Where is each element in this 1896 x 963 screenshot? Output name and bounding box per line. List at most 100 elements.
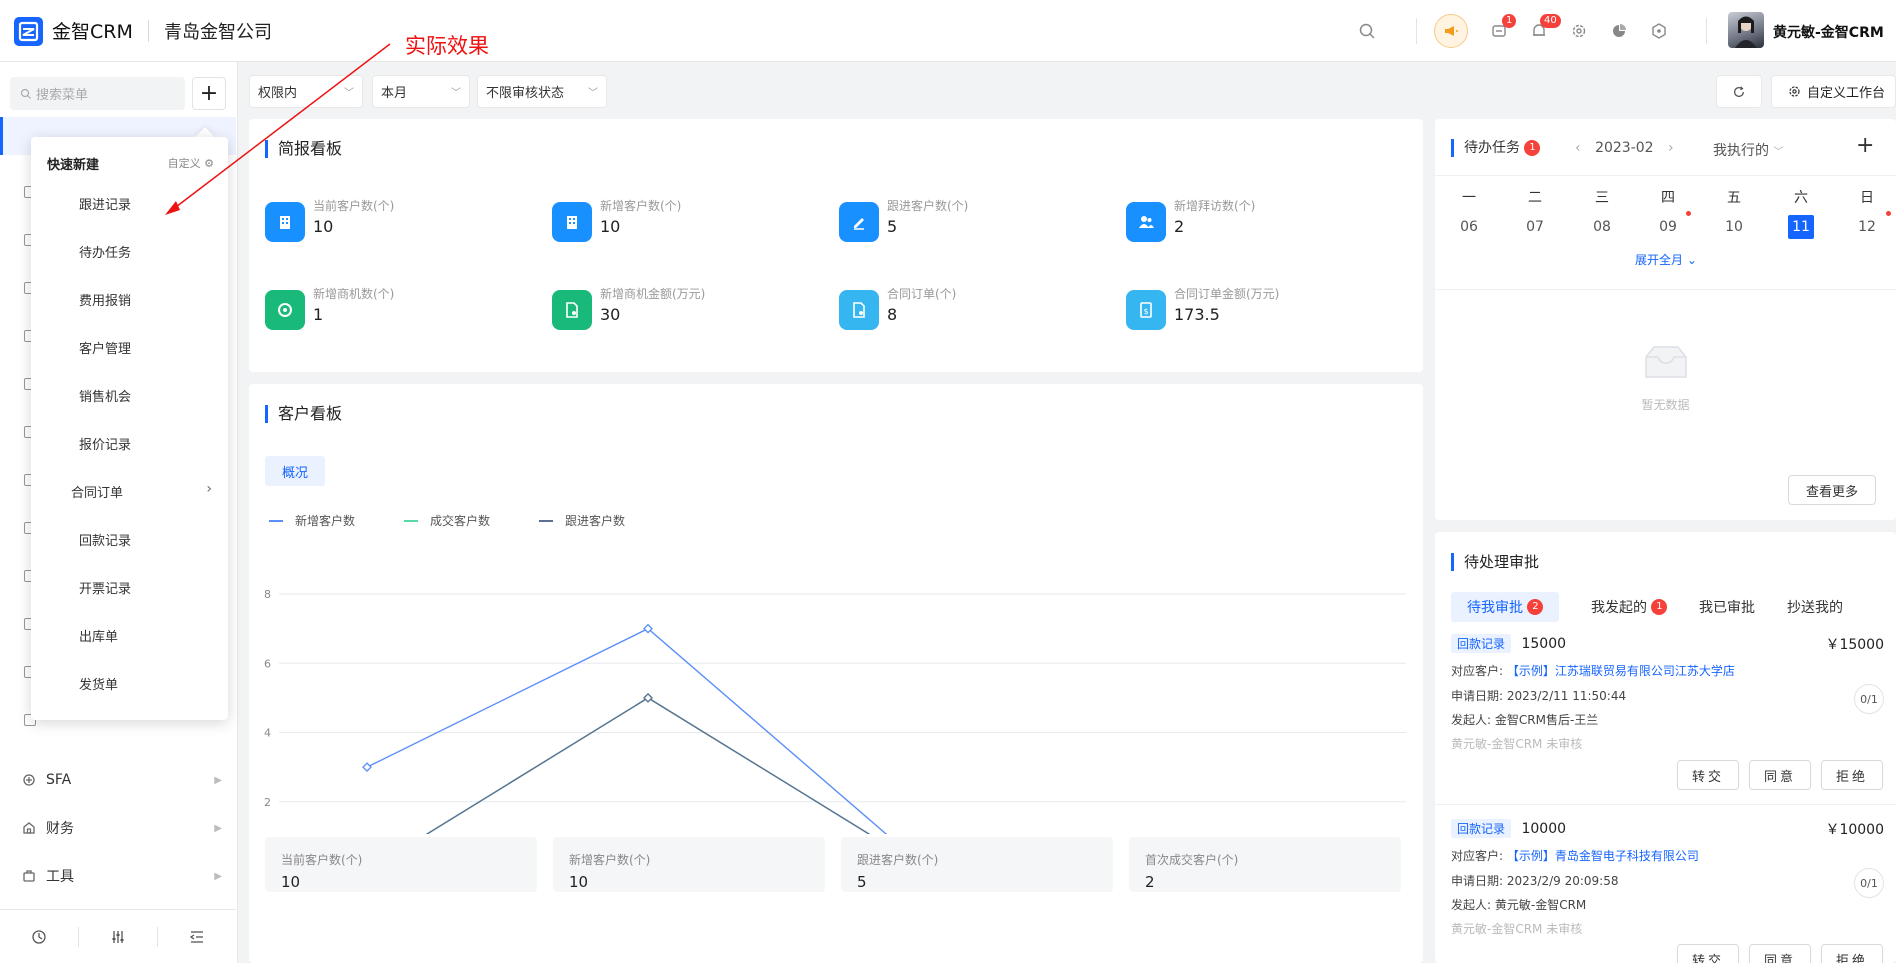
y-tick-label: 8 bbox=[264, 588, 271, 601]
record-date-line: 申请日期: 2023/2/9 20:09:58 bbox=[1451, 874, 1619, 888]
logo-icon[interactable] bbox=[14, 17, 43, 46]
calendar-date[interactable]: 06 bbox=[1456, 215, 1482, 239]
company-name[interactable]: 青岛金智公司 bbox=[164, 18, 272, 44]
sidebar-item-finance[interactable]: 财务 ▶ bbox=[0, 806, 236, 850]
approval-progress: 0/1 bbox=[1854, 684, 1884, 714]
avatar[interactable] bbox=[1728, 12, 1764, 48]
tab-initiated[interactable]: 我发起的 1 bbox=[1591, 592, 1668, 622]
tab-approved[interactable]: 我已审批 bbox=[1699, 592, 1755, 622]
popup-item-follow-record[interactable]: 跟进记录 bbox=[79, 194, 131, 213]
approval-record-header[interactable]: 回款记录 10000 bbox=[1451, 819, 1566, 838]
kpi-label: 新增客户数(个) bbox=[600, 199, 682, 213]
kpi-new-visits[interactable]: 新增拜访数(个) 2 bbox=[1126, 197, 1386, 245]
kpi-new-customers[interactable]: 新增客户数(个) 10 bbox=[552, 197, 812, 245]
tab-cc[interactable]: 抄送我的 bbox=[1787, 592, 1843, 622]
stat-value: 10 bbox=[281, 873, 301, 891]
agree-button[interactable]: 同意 bbox=[1749, 944, 1811, 963]
calendar-date-today[interactable]: 11 bbox=[1788, 215, 1814, 239]
stat-followed-customers: 跟进客户数(个) 5 bbox=[841, 837, 1113, 892]
kpi-contract-amount[interactable]: $ 合同订单金额(万元) 173.5 bbox=[1126, 285, 1386, 333]
approval-record-header[interactable]: 回款记录 15000 bbox=[1451, 634, 1566, 653]
series-line bbox=[425, 697, 871, 834]
todo-title: 待办任务 bbox=[1464, 140, 1520, 156]
chevron-right-icon[interactable]: › bbox=[1668, 140, 1674, 156]
kpi-contract-orders[interactable]: 合同订单(个) 8 bbox=[839, 285, 1099, 333]
customer-line-chart: 024682月6日2月11日2月16日2月21日2月28日 bbox=[264, 588, 1406, 834]
settings-sliders-icon[interactable] bbox=[79, 929, 157, 945]
event-dot bbox=[1686, 211, 1691, 216]
record-type-tag: 回款记录 bbox=[1451, 819, 1512, 838]
sidebar-item-tools[interactable]: 工具 ▶ bbox=[0, 854, 236, 898]
scope-select[interactable]: 权限内 ﹀ bbox=[249, 75, 363, 108]
month-switcher[interactable]: ‹ 2023-02 › bbox=[1575, 140, 1674, 156]
transfer-button[interactable]: 转交 bbox=[1677, 944, 1739, 963]
kpi-label: 新增商机金额(万元) bbox=[600, 287, 706, 301]
popup-item-payment[interactable]: 回款记录 bbox=[79, 530, 131, 549]
popup-item-invoice[interactable]: 开票记录 bbox=[79, 578, 131, 597]
popup-item-todo[interactable]: 待办任务 bbox=[79, 242, 131, 261]
customer-link[interactable]: 【示例】江苏瑞联贸易有限公司江苏大学店 bbox=[1507, 664, 1735, 678]
stat-current-customers: 当前客户数(个) 10 bbox=[265, 837, 537, 892]
legend-swatch bbox=[404, 519, 418, 522]
record-initiator-line: 发起人: 黄元敏-金智CRM bbox=[1451, 898, 1587, 912]
divider bbox=[1435, 175, 1896, 176]
collapse-menu-icon[interactable] bbox=[158, 929, 236, 945]
add-todo-button[interactable]: + bbox=[1856, 133, 1874, 158]
kpi-current-customers[interactable]: 当前客户数(个) 10 bbox=[265, 197, 525, 245]
pie-chart-icon[interactable] bbox=[1608, 20, 1630, 42]
sidebar-item-label: SFA bbox=[46, 772, 72, 788]
annotation-text: 实际效果 bbox=[405, 34, 489, 58]
empty-text: 暂无数据 bbox=[1641, 398, 1690, 412]
kpi-value: 8 bbox=[887, 305, 898, 324]
calendar-date[interactable]: 09 bbox=[1655, 215, 1681, 239]
kpi-opportunity-amount[interactable]: 新增商机金额(万元) 30 bbox=[552, 285, 812, 333]
agree-button[interactable]: 同意 bbox=[1749, 760, 1811, 790]
menu-search-placeholder: 搜索菜单 bbox=[36, 88, 89, 103]
cube-icon[interactable] bbox=[1648, 20, 1670, 42]
calendar-date[interactable]: 12 bbox=[1854, 215, 1880, 239]
todo-filter-select[interactable]: 我执行的 ﹀ bbox=[1713, 140, 1783, 160]
megaphone-icon[interactable] bbox=[1434, 14, 1468, 48]
popup-item-customer[interactable]: 客户管理 bbox=[79, 338, 131, 357]
period-select[interactable]: 本月 ﹀ bbox=[372, 75, 470, 108]
search-icon[interactable] bbox=[1356, 20, 1378, 42]
view-more-button[interactable]: 查看更多 bbox=[1788, 475, 1876, 505]
popup-customize-link[interactable]: 自定义 ⚙ bbox=[168, 155, 214, 171]
kpi-new-opportunities[interactable]: 新增商机数(个) 1 bbox=[265, 285, 525, 333]
audit-select[interactable]: 不限审核状态 ﹀ bbox=[477, 75, 607, 108]
quick-create-button[interactable]: + bbox=[192, 77, 226, 110]
custom-workbench-button[interactable]: 自定义工作台 bbox=[1771, 75, 1896, 108]
record-initiator-line: 发起人: 金智CRM售后-王兰 bbox=[1451, 713, 1599, 727]
finance-icon bbox=[22, 821, 36, 835]
transfer-button[interactable]: 转交 bbox=[1677, 760, 1739, 790]
popup-item-delivery[interactable]: 发货单 bbox=[79, 674, 118, 693]
popup-item-outbound[interactable]: 出库单 bbox=[79, 626, 118, 645]
popup-item-quote[interactable]: 报价记录 bbox=[79, 434, 131, 453]
calendar-date[interactable]: 08 bbox=[1589, 215, 1615, 239]
popup-item-opportunity[interactable]: 销售机会 bbox=[79, 386, 131, 405]
sidebar-item-sfa[interactable]: SFA ▶ bbox=[0, 758, 236, 802]
stat-first-deal-customers: 首次成交客户(个) 2 bbox=[1129, 837, 1401, 892]
kpi-followed-customers[interactable]: 跟进客户数(个) 5 bbox=[839, 197, 1099, 245]
calendar-date[interactable]: 07 bbox=[1522, 215, 1548, 239]
kpi-value: 1 bbox=[313, 305, 324, 324]
weekday-label: 六 bbox=[1794, 190, 1808, 206]
user-name[interactable]: 黄元敏-金智CRM bbox=[1773, 22, 1884, 42]
tab-pending-approval[interactable]: 待我审批 2 bbox=[1451, 592, 1560, 622]
popup-item-contract[interactable]: 合同订单 bbox=[71, 482, 123, 501]
month-value: 2023-02 bbox=[1595, 140, 1654, 156]
popup-item-expense[interactable]: 费用报销 bbox=[79, 290, 131, 309]
approval-title: 待处理审批 bbox=[1451, 553, 1539, 571]
menu-search-input[interactable]: 搜索菜单 bbox=[10, 77, 185, 110]
gear-icon[interactable] bbox=[1568, 20, 1590, 42]
expand-month-link[interactable]: 展开全月 ⌄ bbox=[1635, 251, 1697, 268]
reject-button[interactable]: 拒绝 bbox=[1821, 760, 1883, 790]
calendar-date[interactable]: 10 bbox=[1721, 215, 1747, 239]
customer-link[interactable]: 【示例】青岛金智电子科技有限公司 bbox=[1507, 849, 1699, 863]
chevron-left-icon[interactable]: ‹ bbox=[1575, 140, 1581, 156]
kpi-value: 5 bbox=[887, 217, 898, 236]
refresh-button[interactable] bbox=[1716, 75, 1762, 108]
reject-button[interactable]: 拒绝 bbox=[1821, 944, 1883, 963]
history-icon[interactable] bbox=[0, 929, 78, 945]
tab-overview[interactable]: 概况 bbox=[265, 456, 325, 486]
